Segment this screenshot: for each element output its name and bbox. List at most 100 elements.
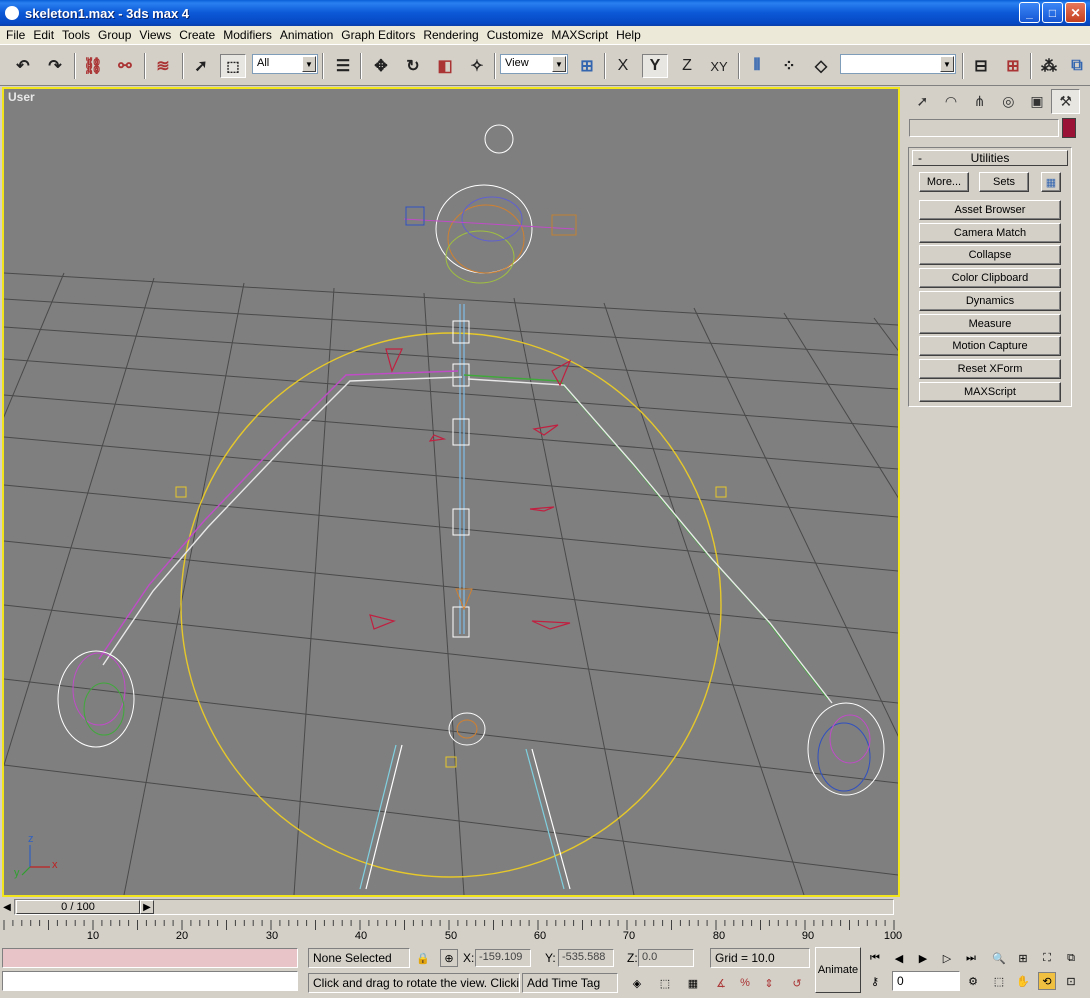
unlink-selection-icon[interactable]: ⚯ xyxy=(112,54,138,78)
animate-button[interactable]: Animate xyxy=(815,947,861,993)
goto-end-icon[interactable]: ⏭ xyxy=(962,949,980,967)
bind-to-space-warp-icon[interactable]: ≋ xyxy=(150,54,176,78)
utilities-rollout-header[interactable]: - Utilities xyxy=(912,150,1068,166)
utility-dynamics[interactable]: Dynamics xyxy=(919,291,1061,311)
menu-modifiers[interactable]: Modifiers xyxy=(219,28,276,42)
utility-collapse[interactable]: Collapse xyxy=(919,245,1061,265)
pan-icon[interactable]: ✋ xyxy=(1014,972,1032,990)
degradation-override-icon[interactable]: ◈ xyxy=(628,974,646,992)
menu-create[interactable]: Create xyxy=(175,28,219,42)
sets-button[interactable]: Sets xyxy=(979,172,1029,192)
add-time-tag[interactable]: Add Time Tag xyxy=(522,973,618,993)
arc-rotate-icon[interactable]: ⟲ xyxy=(1038,972,1056,990)
utility-motion-capture[interactable]: Motion Capture xyxy=(919,336,1061,356)
menu-group[interactable]: Group xyxy=(94,28,135,42)
zoom-icon[interactable]: 🔍 xyxy=(990,949,1008,967)
select-and-manipulate-icon[interactable]: ✧ xyxy=(464,54,490,78)
time-slider-thumb[interactable]: 0 / 100 xyxy=(16,900,140,914)
restrict-y-button[interactable]: Y xyxy=(642,54,668,78)
viewport-canvas[interactable] xyxy=(4,89,898,895)
time-configuration-icon[interactable]: ⚙ xyxy=(964,972,982,990)
menu-edit[interactable]: Edit xyxy=(29,28,58,42)
key-mode-toggle-icon[interactable]: ⚷ xyxy=(866,972,884,990)
menu-graph-editors[interactable]: Graph Editors xyxy=(337,28,419,42)
menu-rendering[interactable]: Rendering xyxy=(419,28,482,42)
schematic-view-icon[interactable]: ⊞ xyxy=(1000,54,1026,78)
track-bar[interactable]: 10 20 30 40 50 60 70 80 90 100 xyxy=(0,918,904,944)
previous-frame-icon[interactable]: ◀ xyxy=(890,949,908,967)
restrict-x-button[interactable]: X xyxy=(610,54,636,78)
absolute-mode-icon[interactable]: ⊕ xyxy=(440,949,458,967)
zoom-all-icon[interactable]: ⊞ xyxy=(1014,949,1032,967)
render-scene-icon[interactable]: ⧉ xyxy=(1064,54,1090,78)
select-and-move-icon[interactable]: ✥ xyxy=(368,54,394,78)
viewport-user[interactable]: User z x y xyxy=(2,87,900,897)
menu-views[interactable]: Views xyxy=(135,28,175,42)
viewport-label[interactable]: User xyxy=(8,90,35,104)
menu-file[interactable]: File xyxy=(0,28,29,42)
reference-coordinate-dropdown[interactable]: View ▼ xyxy=(500,54,568,74)
maxscript-listener-mini[interactable] xyxy=(2,948,298,968)
next-frame-icon[interactable]: ▷ xyxy=(938,949,956,967)
undo-view-icon[interactable]: ↺ xyxy=(788,974,806,992)
select-and-rotate-icon[interactable]: ↻ xyxy=(400,54,426,78)
min-max-toggle-icon[interactable]: ⊡ xyxy=(1062,972,1080,990)
goto-start-icon[interactable]: ⏮ xyxy=(866,949,884,967)
angle-snap-icon[interactable]: ∡ xyxy=(712,974,730,992)
maxscript-input[interactable] xyxy=(2,971,298,991)
percent-snap-icon[interactable]: % xyxy=(736,974,754,992)
selection-filter-dropdown[interactable]: All ▼ xyxy=(252,54,318,74)
current-frame-field[interactable]: 0 xyxy=(892,971,960,991)
undo-icon[interactable]: ↶ xyxy=(10,54,36,78)
maximize-button[interactable]: □ xyxy=(1042,2,1063,23)
menu-animation[interactable]: Animation xyxy=(276,28,337,42)
utility-asset-browser[interactable]: Asset Browser xyxy=(919,200,1061,220)
y-coordinate-field[interactable]: -535.588 xyxy=(558,949,614,967)
select-object-icon[interactable]: ➚ xyxy=(188,54,214,78)
array-icon[interactable]: ⁘ xyxy=(776,54,802,78)
utilities-tab-icon[interactable]: ⚒ xyxy=(1051,89,1080,114)
align-icon[interactable]: ◇ xyxy=(808,54,834,78)
menu-maxscript[interactable]: MAXScript xyxy=(547,28,612,42)
utility-reset-xform[interactable]: Reset XForm xyxy=(919,359,1061,379)
select-and-scale-icon[interactable]: ◧ xyxy=(432,54,458,78)
display-tab-icon[interactable]: ▣ xyxy=(1023,89,1052,114)
close-button[interactable]: ✕ xyxy=(1065,2,1086,23)
utility-color-clipboard[interactable]: Color Clipboard xyxy=(919,268,1061,288)
minimize-button[interactable]: _ xyxy=(1019,2,1040,23)
select-by-name-icon[interactable]: ☰ xyxy=(330,54,356,78)
modify-tab-icon[interactable]: ◠ xyxy=(937,89,966,114)
menu-tools[interactable]: Tools xyxy=(58,28,94,42)
zoom-extents-all-icon[interactable]: ⧉ xyxy=(1062,949,1080,967)
zoom-extents-icon[interactable]: ⛶ xyxy=(1038,949,1056,967)
time-slider-prev-icon[interactable]: ◀ xyxy=(0,899,14,915)
lock-selection-icon[interactable]: 🔒 xyxy=(414,949,432,967)
snap-toggle-icon[interactable]: ▦ xyxy=(684,974,702,992)
utility-measure[interactable]: Measure xyxy=(919,314,1061,334)
restrict-z-button[interactable]: Z xyxy=(674,54,700,78)
create-tab-icon[interactable]: ➚ xyxy=(908,89,937,114)
mirror-icon[interactable]: ⫴ xyxy=(744,54,770,78)
play-animation-icon[interactable]: ▶ xyxy=(914,949,932,967)
time-slider-next-icon[interactable]: ▶ xyxy=(140,900,154,914)
named-selection-dropdown[interactable]: ▼ xyxy=(840,54,956,74)
menu-customize[interactable]: Customize xyxy=(483,28,548,42)
track-view-icon[interactable]: ⊟ xyxy=(968,54,994,78)
z-coordinate-field[interactable]: 0.0 xyxy=(638,949,694,967)
utility-camera-match[interactable]: Camera Match xyxy=(919,223,1061,243)
max-icon[interactable]: max-icon xyxy=(5,6,19,20)
x-coordinate-field[interactable]: -159.109 xyxy=(475,949,531,967)
pivot-center-icon[interactable]: ⊞ xyxy=(574,54,600,78)
object-name-field[interactable] xyxy=(909,119,1059,137)
more-button[interactable]: More... xyxy=(919,172,969,192)
spinner-snap-icon[interactable]: ⇕ xyxy=(760,974,778,992)
restrict-xy-button[interactable]: XY xyxy=(706,54,732,78)
select-and-link-icon[interactable]: ⛓ xyxy=(80,54,106,78)
utility-maxscript[interactable]: MAXScript xyxy=(919,382,1061,402)
motion-tab-icon[interactable]: ◎ xyxy=(994,89,1023,114)
object-color-swatch[interactable] xyxy=(1062,118,1076,138)
window-crossing-icon[interactable]: ⬚ xyxy=(656,974,674,992)
redo-icon[interactable]: ↷ xyxy=(42,54,68,78)
hierarchy-tab-icon[interactable]: ⋔ xyxy=(965,89,994,114)
menu-help[interactable]: Help xyxy=(612,28,645,42)
